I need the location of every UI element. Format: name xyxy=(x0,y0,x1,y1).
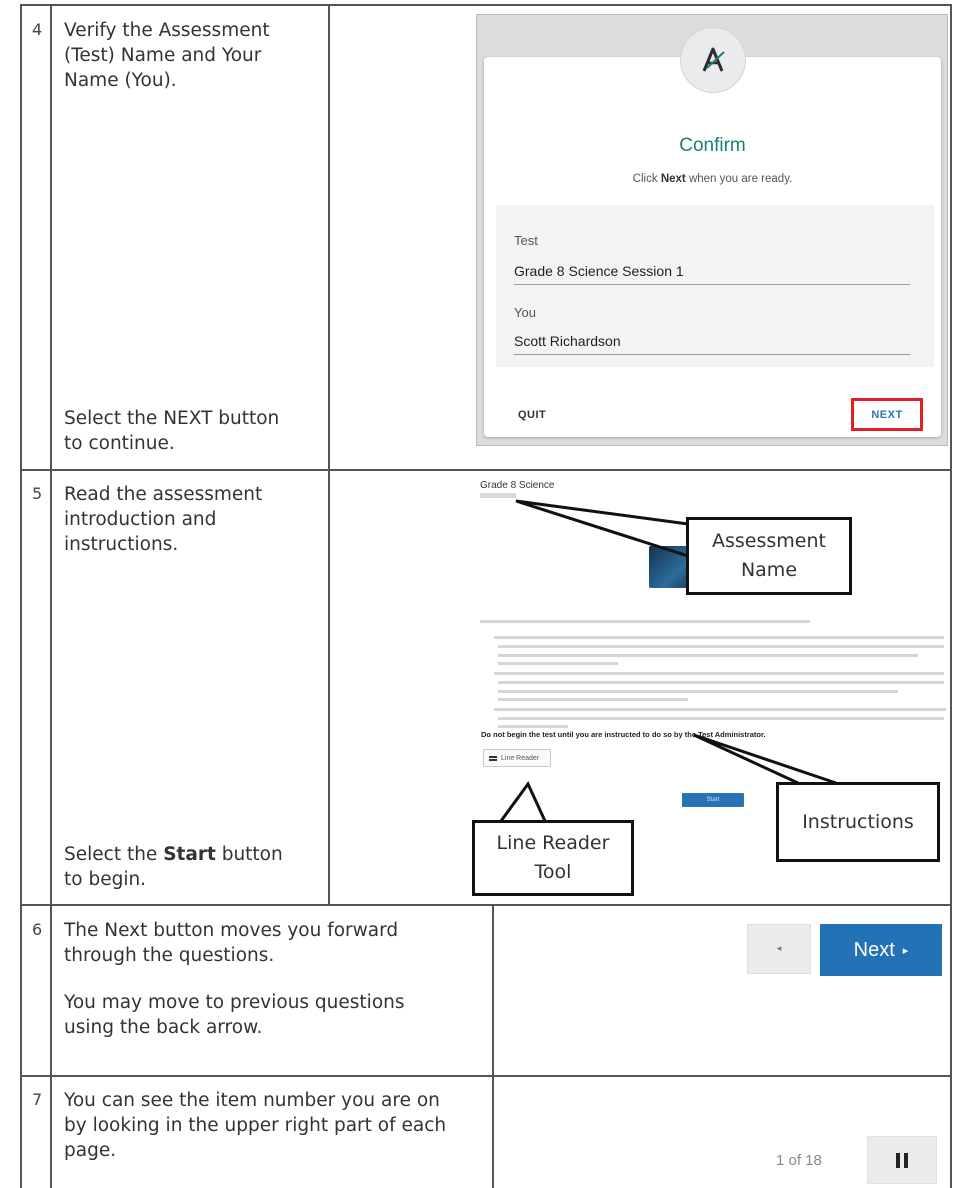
row-7-line-3: page. xyxy=(64,1140,117,1161)
pause-button[interactable] xyxy=(867,1136,937,1184)
next-arrow-icon: ▸ xyxy=(902,944,909,957)
assessment-name-callout-line-1: Assessment xyxy=(712,530,826,552)
row-6-number: 6 xyxy=(32,920,43,939)
next-question-button[interactable]: Next ▸ xyxy=(820,924,942,976)
line-reader-callout-line-1: Line Reader xyxy=(496,832,610,854)
row-6-line-3: You may move to previous questions xyxy=(64,992,405,1013)
back-arrow-icon: ◂ xyxy=(776,944,782,954)
row-7-line-2: by looking in the upper right part of ea… xyxy=(64,1115,447,1136)
next-question-label: Next xyxy=(853,938,895,961)
instructions-callout-label: Instructions xyxy=(802,810,914,833)
assessment-name-callout: Assessment Name xyxy=(686,517,852,595)
line-reader-tool-callout: Line Reader Tool xyxy=(472,820,634,896)
row-6-line-4: using the back arrow. xyxy=(64,1017,263,1038)
pause-icon-bar-left xyxy=(896,1152,900,1168)
instructions-callout: Instructions xyxy=(776,782,940,862)
pause-icon-bar-right xyxy=(904,1152,908,1168)
assessment-name-callout-line-2: Name xyxy=(740,559,798,581)
back-arrow-button[interactable]: ◂ xyxy=(747,924,811,974)
row-6-line-1: The Next button moves you forward xyxy=(64,920,399,941)
row-7-text: You can see the item number you are on b… xyxy=(64,1088,484,1163)
row-6-text: The Next button moves you forward throug… xyxy=(64,918,484,1040)
row-7-number: 7 xyxy=(32,1090,43,1109)
instruction-document: 4 Verify the Assessment (Test) Name and … xyxy=(0,0,963,1188)
row-7-line-1: You can see the item number you are on xyxy=(64,1090,440,1111)
item-counter: 1 of 18 xyxy=(776,1152,822,1169)
row-6-line-2: through the questions. xyxy=(64,945,275,966)
line-reader-callout-line-2: Tool xyxy=(534,861,572,883)
